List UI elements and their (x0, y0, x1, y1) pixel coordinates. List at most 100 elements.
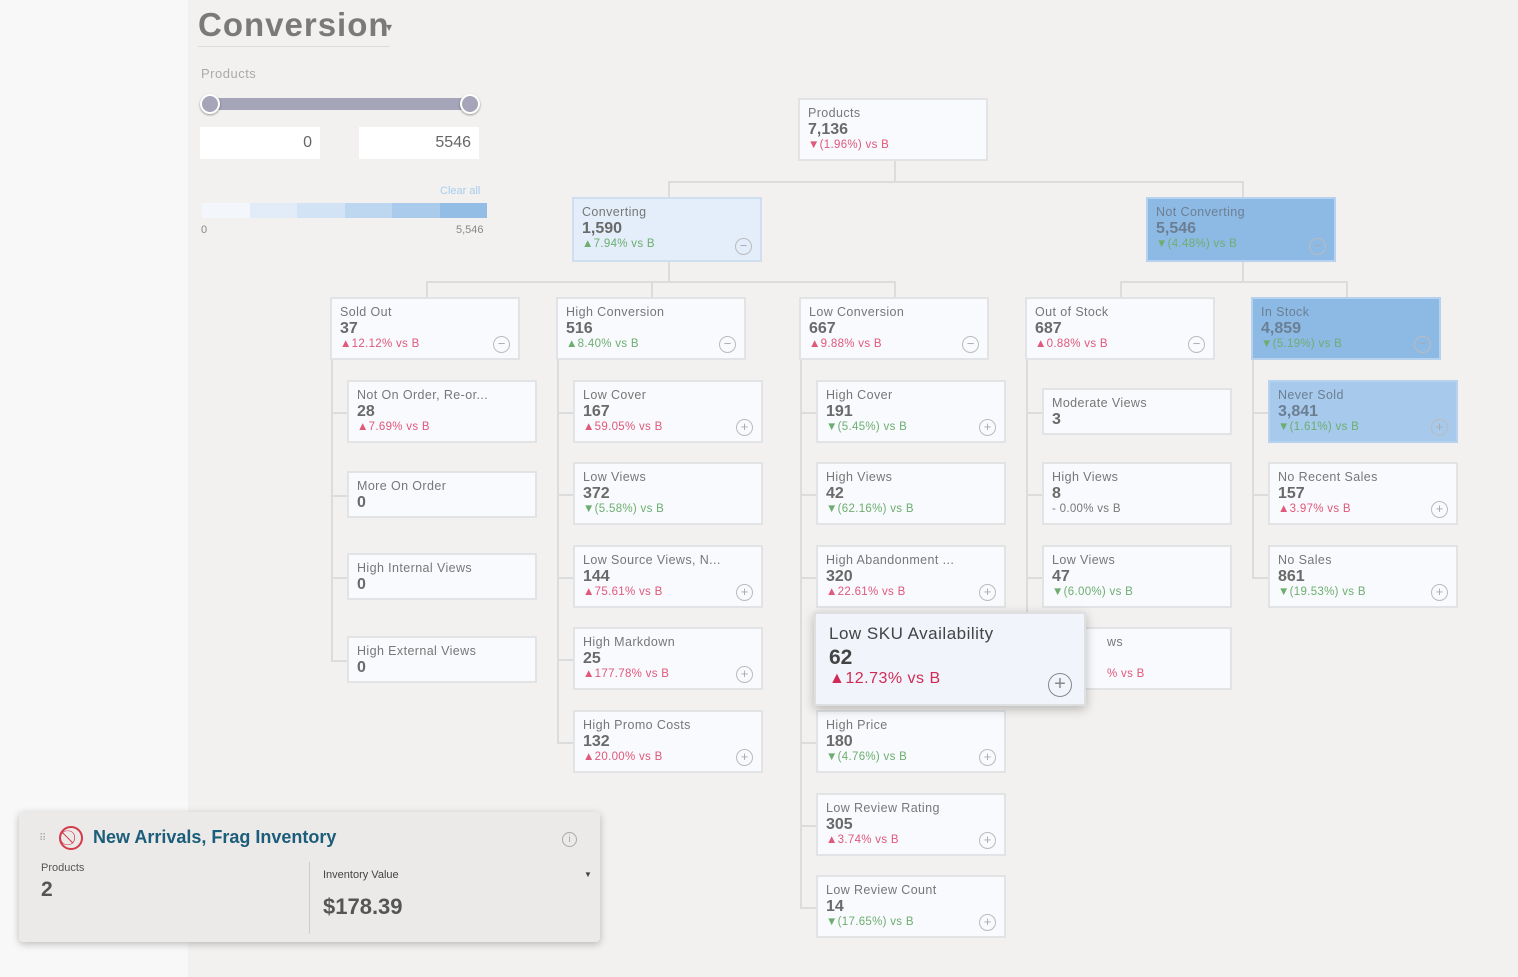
tree-node[interactable]: Low Review Count 14 ▼(17.65%) vs B + (816, 875, 1006, 938)
tree-node[interactable]: Not Converting 5,546 ▼(4.48%) vs B − (1146, 197, 1336, 262)
caret-down-icon[interactable]: ▾ (386, 20, 392, 34)
tree-node[interactable]: Low Cover 167 ▲59.05% vs B + (573, 380, 763, 443)
node-title: High Markdown (583, 635, 676, 649)
tree-node[interactable]: Low Views 372 ▼(5.58%) vs B (573, 462, 763, 525)
segment-title[interactable]: New Arrivals, Frag Inventory (93, 827, 336, 848)
range-slider-max-handle[interactable] (460, 94, 480, 114)
tree-node[interactable]: Moderate Views 3 (1042, 388, 1232, 435)
connector-line (894, 281, 896, 297)
metric-dropdown[interactable]: Inventory Value (323, 869, 399, 881)
tree-node[interactable]: Low Source Views, N... 144 ▲75.61% vs B + (573, 545, 763, 608)
expand-plus-icon[interactable]: + (979, 914, 996, 931)
legend-swatch (439, 203, 487, 218)
tree-node[interactable]: High Abandonment ... 320 ▲22.61% vs B + (816, 545, 1006, 608)
tree-node[interactable]: High External Views 0 (347, 636, 537, 683)
tree-node[interactable]: Converting 1,590 ▲7.94% vs B − (572, 197, 762, 262)
filter-label: Products (201, 66, 257, 81)
node-title: High Abandonment ... (826, 553, 955, 567)
range-max-input[interactable] (359, 127, 479, 159)
tree-node[interactable]: More On Order 0 (347, 471, 537, 518)
expand-plus-icon[interactable]: + (1431, 584, 1448, 601)
tree-node[interactable]: High Views 8- 0.00% vs B (1042, 462, 1232, 525)
tree-node[interactable]: Low Conversion 667 ▲9.88% vs B − (799, 297, 989, 360)
segment-card[interactable]: ⠿ ⃠ New Arrivals, Frag Inventory i Produ… (19, 812, 600, 942)
tree-node[interactable]: Low Review Rating 305 ▲3.74% vs B + (816, 793, 1006, 856)
node-delta: - 0.00% vs B (1052, 503, 1121, 515)
collapse-minus-icon[interactable]: − (1188, 336, 1205, 353)
connector-line (1252, 411, 1269, 414)
expand-plus-icon[interactable]: + (736, 666, 753, 683)
node-title: More On Order (357, 479, 447, 493)
tree-node[interactable]: Out of Stock 687 ▲0.88% vs B − (1025, 297, 1215, 360)
node-delta: ▼(5.19%) vs B (1261, 338, 1343, 350)
range-slider-min-handle[interactable] (200, 94, 220, 114)
node-value: 0 (357, 494, 366, 511)
color-legend (202, 203, 487, 218)
tree-node[interactable]: Sold Out 37 ▲12.12% vs B − (330, 297, 520, 360)
clear-all-link[interactable]: Clear all (440, 185, 480, 197)
node-delta: ▼(5.58%) vs B (583, 503, 665, 515)
expand-plus-icon[interactable]: + (979, 584, 996, 601)
connector-line (557, 658, 574, 661)
expand-plus-icon[interactable]: + (1048, 673, 1072, 697)
collapse-minus-icon[interactable]: − (1309, 238, 1326, 255)
node-value: 320 (826, 568, 853, 585)
tree-node[interactable]: No Recent Sales 157 ▲3.97% vs B + (1268, 462, 1458, 525)
expand-plus-icon[interactable]: + (979, 749, 996, 766)
expand-plus-icon[interactable]: + (736, 749, 753, 766)
collapse-minus-icon[interactable]: − (493, 336, 510, 353)
connector-line (800, 824, 817, 827)
page-title-dropdown[interactable]: Conversion (198, 6, 390, 47)
products-label: Products (41, 862, 85, 874)
node-title: Sold Out (340, 305, 392, 319)
tree-node[interactable]: High Promo Costs 132 ▲20.00% vs B + (573, 710, 763, 773)
node-delta: ▼(6.00%) vs B (1052, 586, 1134, 598)
collapse-minus-icon[interactable]: − (735, 238, 752, 255)
expand-plus-icon[interactable]: + (736, 419, 753, 436)
range-min-input[interactable] (200, 127, 320, 159)
collapse-minus-icon[interactable]: − (1414, 336, 1431, 353)
expand-plus-icon[interactable]: + (736, 584, 753, 601)
node-value: 14 (826, 898, 844, 915)
connector-line (1120, 281, 1122, 297)
tree-node-hovered[interactable]: Low SKU Availability 62 ▲12.73% vs B + (814, 612, 1086, 706)
expand-plus-icon[interactable]: + (979, 419, 996, 436)
caret-down-icon[interactable]: ▼ (584, 870, 592, 879)
tree-node[interactable]: High Views 42 ▼(62.16%) vs B (816, 462, 1006, 525)
info-icon[interactable]: i (562, 832, 577, 847)
tree-node[interactable]: Products 7,136 ▼(1.96%) vs B (798, 98, 988, 161)
node-title: Out of Stock (1035, 305, 1109, 319)
expand-plus-icon[interactable]: + (979, 832, 996, 849)
node-delta: ▼(4.48%) vs B (1156, 238, 1238, 250)
node-value: 62 (829, 646, 853, 669)
node-title: High Views (1052, 470, 1119, 484)
tree-node[interactable]: High Price 180 ▼(4.76%) vs B + (816, 710, 1006, 773)
tree-node[interactable]: High Markdown 25 ▲177.78% vs B + (573, 627, 763, 690)
tree-node[interactable]: High Internal Views 0 (347, 553, 537, 600)
connector-line (668, 181, 670, 197)
tree-node[interactable]: High Cover 191 ▼(5.45%) vs B + (816, 380, 1006, 443)
connector-line (331, 494, 348, 497)
connector-line (557, 741, 574, 744)
collapse-minus-icon[interactable]: − (962, 336, 979, 353)
tree-node[interactable]: Low Views 47 ▼(6.00%) vs B (1042, 545, 1232, 608)
range-slider-track[interactable] (209, 98, 471, 110)
ban-icon[interactable]: ⃠ (59, 826, 83, 850)
tree-node[interactable]: High Conversion 516 ▲8.40% vs B − (556, 297, 746, 360)
expand-plus-icon[interactable]: + (1431, 419, 1448, 436)
node-title: High Cover (826, 388, 893, 402)
node-value: 305 (826, 816, 853, 833)
node-value: 1,590 (582, 220, 623, 237)
collapse-minus-icon[interactable]: − (719, 336, 736, 353)
node-delta: ▲9.88% vs B (809, 338, 882, 350)
drag-handle-icon[interactable]: ⠿ (39, 833, 46, 844)
node-title: High Price (826, 718, 888, 732)
tree-node[interactable]: Not On Order, Re-or... 28 ▲7.69% vs B (347, 380, 537, 443)
node-title: Low Cover (583, 388, 647, 402)
node-value: 28 (357, 403, 375, 420)
legend-swatch (297, 203, 345, 218)
expand-plus-icon[interactable]: + (1431, 501, 1448, 518)
tree-node[interactable]: No Sales 861 ▼(19.53%) vs B + (1268, 545, 1458, 608)
tree-node[interactable]: Never Sold 3,841 ▼(1.61%) vs B + (1268, 380, 1458, 443)
tree-node[interactable]: In Stock 4,859 ▼(5.19%) vs B − (1251, 297, 1441, 360)
